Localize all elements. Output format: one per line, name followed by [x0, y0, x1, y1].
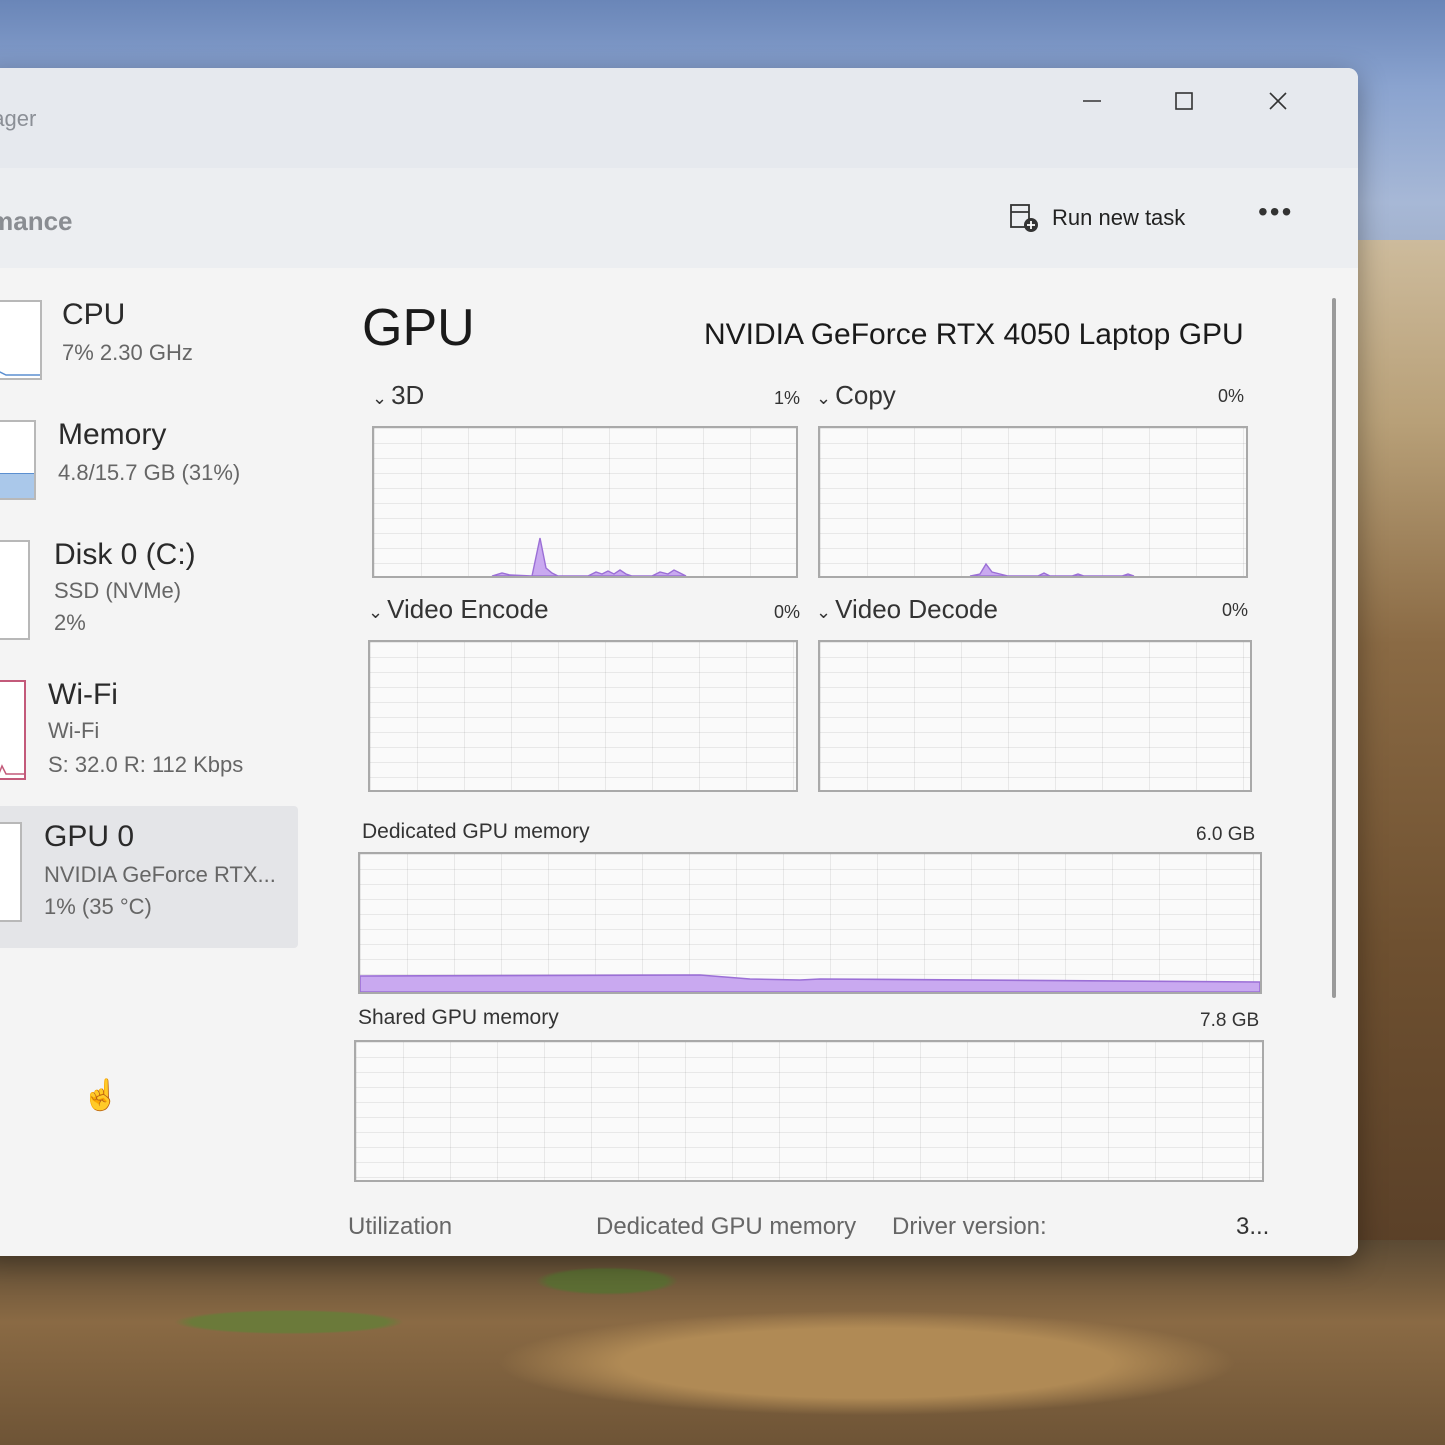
engine-video-decode-graph: [818, 640, 1252, 792]
sidebar-item-name: GPU 0: [44, 820, 135, 853]
run-task-icon: [1010, 204, 1038, 232]
sidebar-item-name: Wi-Fi: [48, 678, 118, 711]
chevron-down-icon: ⌄: [368, 602, 384, 622]
driver-version-label: Driver version:: [892, 1213, 1047, 1240]
gpu-model-name: NVIDIA GeForce RTX 4050 Laptop GPU: [704, 318, 1244, 351]
chevron-down-icon: ⌄: [372, 388, 388, 408]
sidebar-item-detail: 1% (35 °C): [44, 894, 152, 919]
title-bar: nager: [0, 68, 1358, 168]
shared-memory-capacity: 7.8 GB: [1200, 1010, 1260, 1031]
sidebar-item-detail: Wi-Fi: [48, 718, 100, 743]
performance-body: CPU 7% 2.30 GHz Memory 4.8/15.7 GB (31%)…: [0, 268, 1358, 1256]
wallpaper-rocks: [0, 1240, 1445, 1445]
run-task-label: Run new task: [1052, 205, 1186, 230]
run-new-task-button[interactable]: Run new task: [1008, 198, 1185, 238]
task-manager-window: nager rmance Run new task •••: [0, 68, 1358, 1256]
sidebar-item-detail: S: 32.0 R: 112 Kbps: [48, 752, 244, 777]
dedicated-memory-graph: [358, 852, 1262, 994]
chevron-down-icon: ⌄: [816, 602, 832, 622]
wifi-thumbnail: [0, 680, 26, 780]
chevron-down-icon: ⌄: [816, 388, 832, 408]
sidebar-item-detail: 2%: [54, 610, 86, 635]
sidebar-item-name: Disk 0 (C:): [54, 538, 196, 571]
maximize-icon: [1175, 91, 1193, 110]
shared-memory-label: Shared GPU memory: [358, 1006, 559, 1029]
maximize-button[interactable]: [1154, 80, 1214, 120]
shared-memory-graph: [354, 1040, 1264, 1182]
minimize-icon: [1083, 99, 1101, 102]
sidebar-item-memory[interactable]: Memory 4.8/15.7 GB (31%): [0, 418, 298, 508]
engine-label: Video Decode: [835, 594, 998, 624]
engine-label: Copy: [835, 380, 896, 410]
gpu-thumbnail: [0, 822, 22, 922]
scrollbar[interactable]: [1332, 298, 1336, 998]
driver-version-value: 3...: [1236, 1213, 1270, 1240]
cpu-thumbnail: [0, 300, 42, 380]
page-title: rmance: [0, 206, 73, 236]
more-options-button[interactable]: •••: [1258, 196, 1293, 228]
hand-cursor-icon: ☝: [82, 1079, 120, 1112]
minimize-button[interactable]: [1062, 80, 1122, 120]
engine-copy-selector[interactable]: ⌄ Copy: [816, 380, 896, 411]
sidebar-item-cpu[interactable]: CPU 7% 2.30 GHz: [0, 298, 298, 388]
command-bar: rmance Run new task •••: [0, 168, 1358, 268]
engine-percent: 0%: [774, 602, 801, 622]
engine-label: 3D: [391, 380, 425, 410]
engine-copy-graph: [818, 426, 1248, 578]
dedicated-memory-footer-label: Dedicated GPU memory: [596, 1213, 857, 1240]
disk-thumbnail: [0, 540, 30, 640]
utilization-label: Utilization: [348, 1213, 453, 1240]
window-title: nager: [0, 106, 37, 131]
dedicated-memory-label: Dedicated GPU memory: [362, 820, 590, 843]
close-icon: [1269, 92, 1287, 110]
close-button[interactable]: [1248, 80, 1308, 120]
sidebar-item-name: CPU: [62, 298, 126, 331]
engine-percent: 0%: [1218, 386, 1245, 406]
sidebar-item-detail: NVIDIA GeForce RTX...: [44, 862, 276, 887]
sidebar-item-wifi[interactable]: Wi-Fi Wi-Fi S: 32.0 R: 112 Kbps: [0, 678, 298, 788]
sidebar-item-name: Memory: [58, 418, 167, 451]
engine-3d-graph: [372, 426, 798, 578]
sidebar-item-detail: SSD (NVMe): [54, 578, 182, 603]
engine-percent: 0%: [1222, 600, 1249, 620]
engine-video-decode-selector[interactable]: ⌄ Video Decode: [816, 594, 998, 625]
memory-thumbnail: [0, 420, 36, 500]
page-heading: GPU: [362, 299, 475, 357]
engine-percent: 1%: [774, 388, 801, 408]
sidebar-item-disk[interactable]: Disk 0 (C:) SSD (NVMe) 2%: [0, 538, 298, 648]
dedicated-memory-capacity: 6.0 GB: [1196, 824, 1256, 845]
sidebar-item-gpu[interactable]: GPU 0 NVIDIA GeForce RTX... 1% (35 °C): [0, 820, 298, 930]
engine-label: Video Encode: [387, 594, 549, 624]
sidebar-item-detail: 7% 2.30 GHz: [62, 340, 193, 365]
engine-video-encode-graph: [368, 640, 798, 792]
engine-3d-selector[interactable]: ⌄ 3D: [372, 380, 424, 411]
engine-video-encode-selector[interactable]: ⌄ Video Encode: [368, 594, 549, 625]
sidebar-item-detail: 4.8/15.7 GB (31%): [58, 460, 241, 485]
